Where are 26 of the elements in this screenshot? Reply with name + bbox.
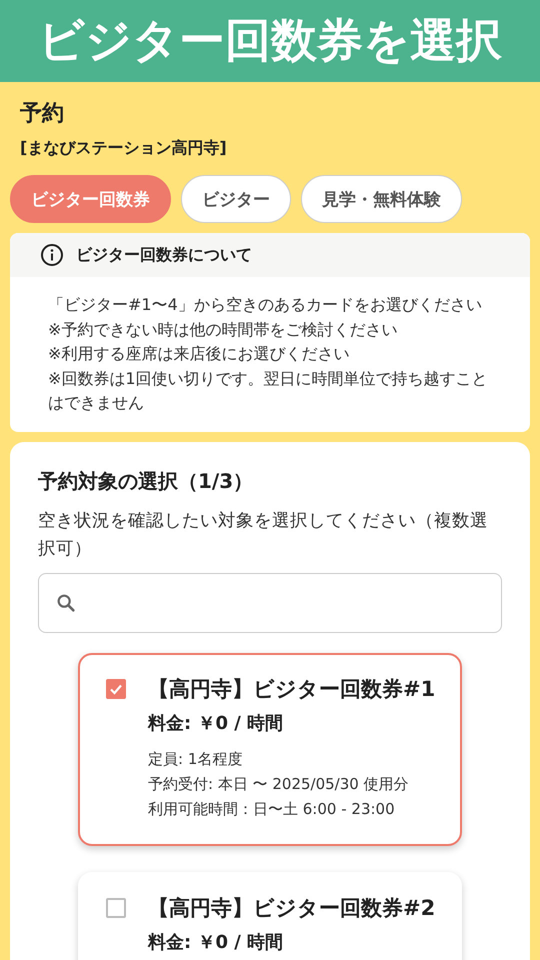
- selection-title: 予約対象の選択（1/3）: [38, 468, 254, 494]
- option-title: 【高円寺】ビジター回数券#2: [148, 894, 436, 922]
- page-title: ビジター回数券を選択: [38, 12, 502, 69]
- info-text: 「ビジター#1〜4」から空きのあるカードをお選びください: [48, 294, 483, 316]
- info-text: ※予約できない時は他の時間帯をご検討ください: [48, 318, 398, 340]
- option-detail: 予約受付: 本日 〜 2025/05/30 使用分: [148, 774, 410, 794]
- info-text: ※利用する座席は来店後にお選びください: [48, 343, 350, 365]
- info-title: ビジター回数券について: [76, 244, 252, 266]
- info-icon: [40, 243, 64, 267]
- checkbox[interactable]: [106, 898, 126, 918]
- info-text: ※回数券は1回使い切りです。翌日に時間単位で持ち越すことはできません: [48, 368, 489, 414]
- search-field[interactable]: [38, 572, 502, 632]
- section-heading: 予約: [19, 100, 65, 128]
- option-card[interactable]: 【高円寺】ビジター回数券#1 料金: ￥0 / 時間 定員: 1名程度 予約受付: 本日 〜 2025/05/30 使用分 利用可能時間：日〜土 6:00 - 23:00: [78, 652, 462, 846]
- option-price: 料金: ￥0 / 時間: [148, 712, 284, 734]
- location-name: [まなびステーション高円寺]: [19, 137, 228, 159]
- tab[interactable]: 見学・無料体験: [301, 175, 462, 223]
- option-title: 【高円寺】ビジター回数券#1: [148, 676, 436, 702]
- option-detail: 定員: 1名程度: [148, 748, 244, 770]
- option-detail: 利用可能時間：日〜土 6:00 - 23:00: [148, 798, 396, 820]
- selection-description: 空き状況を確認したい対象を選択してください（複数選択可）: [38, 510, 489, 560]
- tab[interactable]: ビジター: [181, 175, 291, 223]
- search-icon: [55, 592, 77, 614]
- option-card[interactable]: 【高円寺】ビジター回数券#2 料金: ￥0 / 時間: [78, 872, 462, 960]
- checkbox[interactable]: [106, 678, 126, 698]
- option-price: 料金: ￥0 / 時間: [148, 930, 284, 954]
